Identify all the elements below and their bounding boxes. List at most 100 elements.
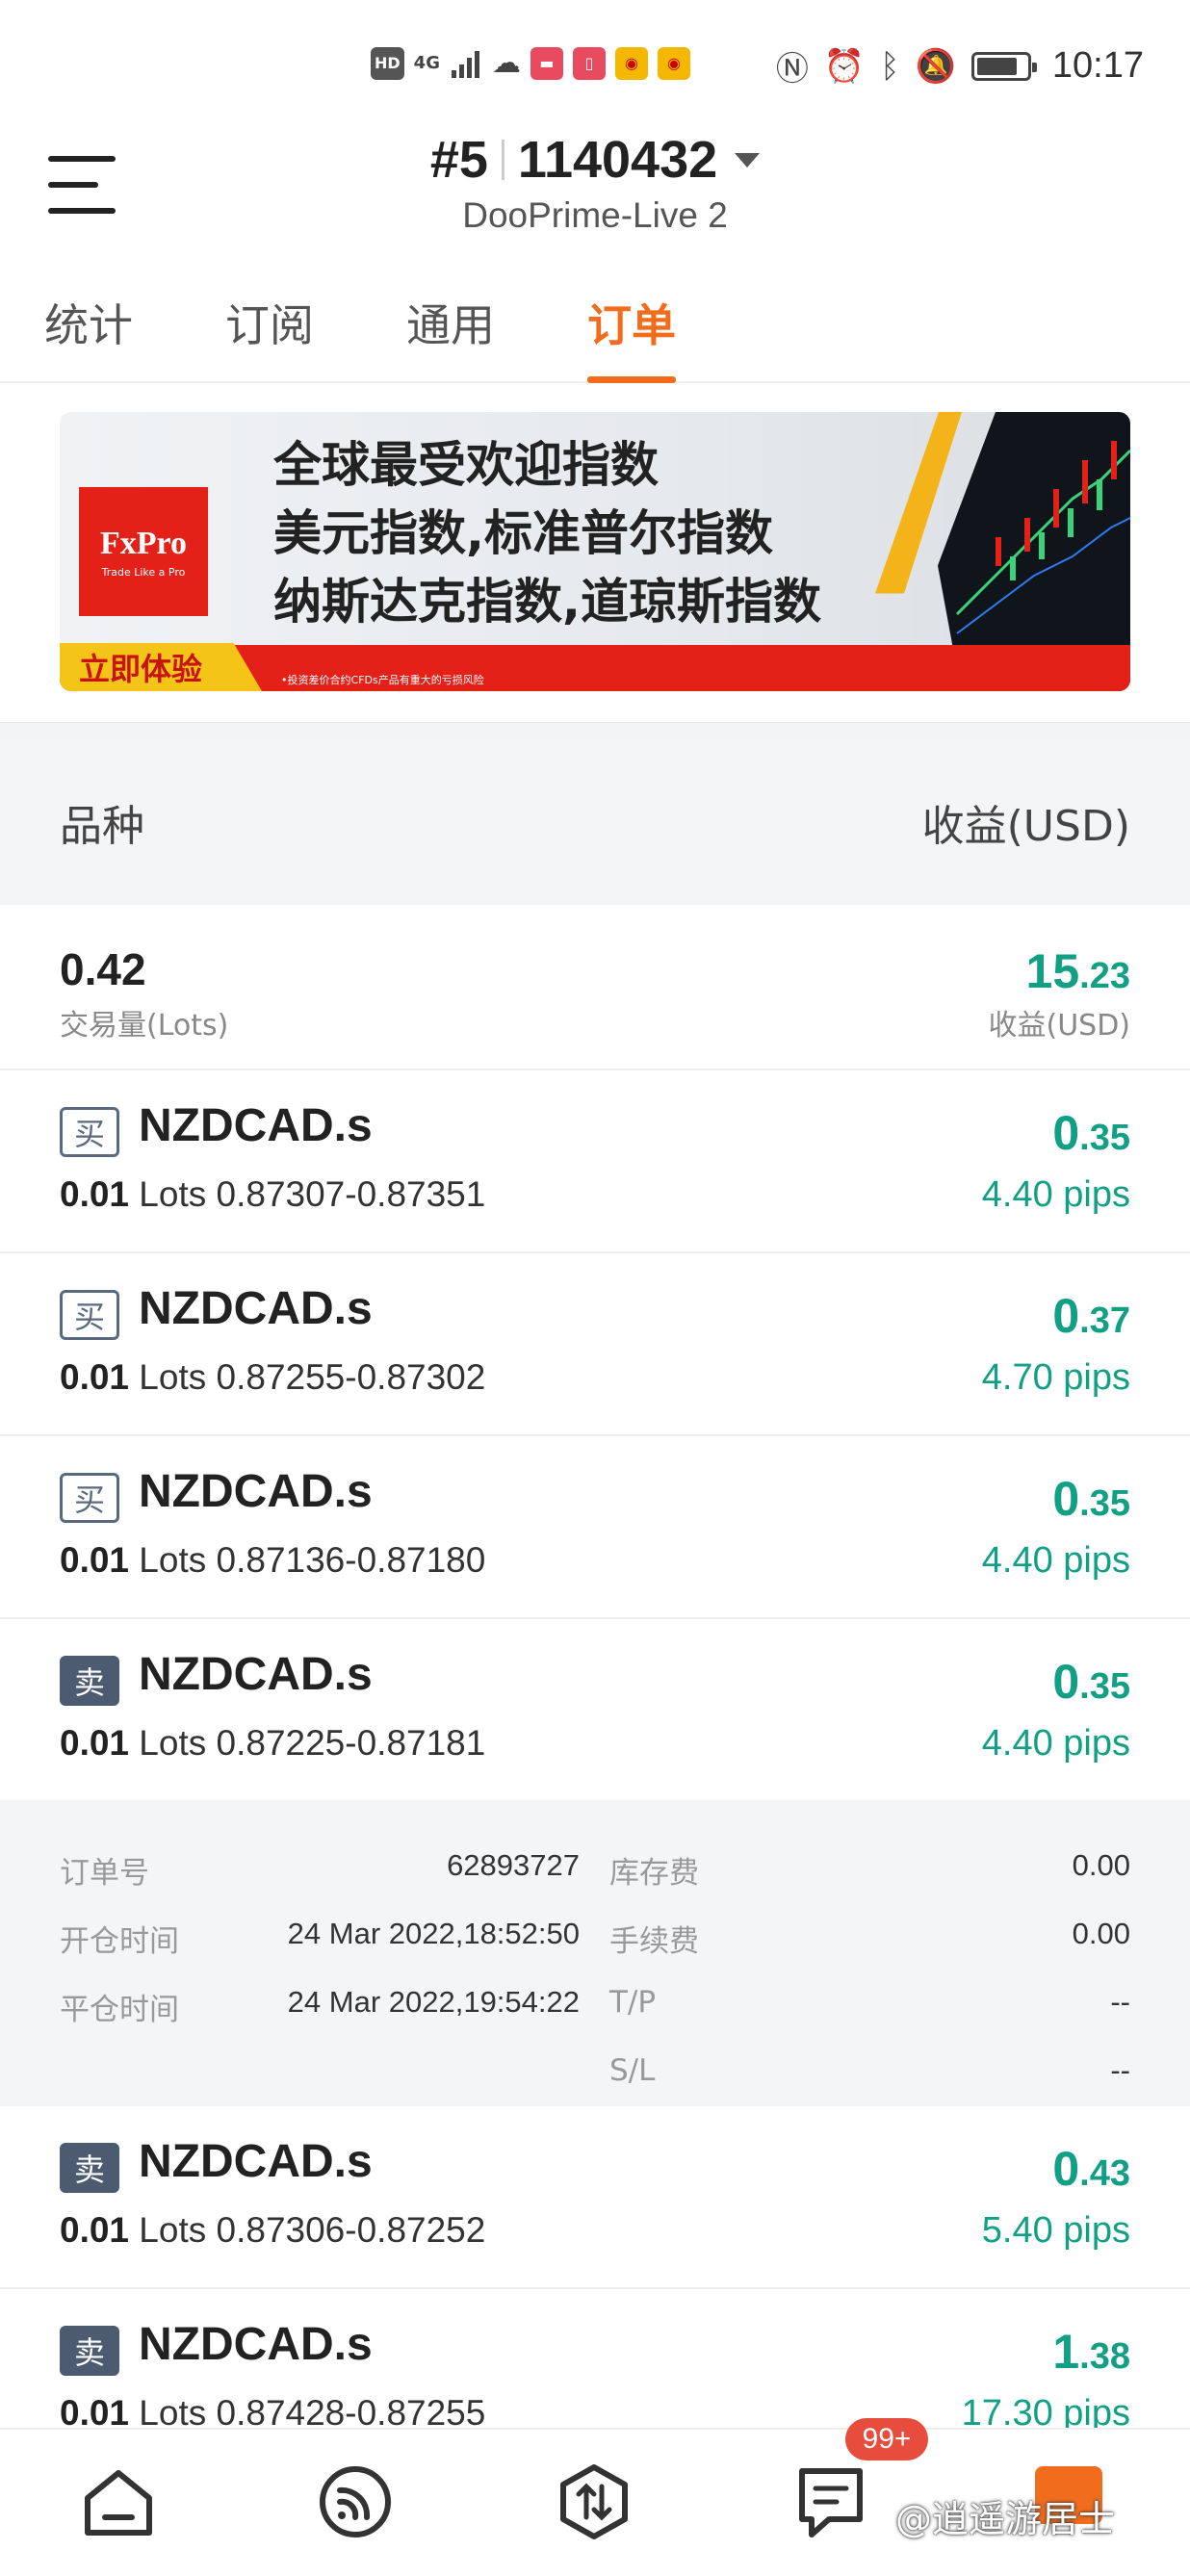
alarm-icon: ⏰ xyxy=(823,46,866,86)
chevron-down-icon[interactable] xyxy=(735,152,761,167)
banner-risk-note: •投资差价合约CFDs产品有重大的亏损风险 xyxy=(281,674,484,686)
total-profit: 15.23 xyxy=(1025,944,1130,998)
open-time-value: 24 Mar 2022,18:52:50 xyxy=(287,1917,580,1950)
total-volume: 0.42 xyxy=(60,944,146,994)
order-symbol: NZDCAD.s xyxy=(139,2136,373,2187)
order-row[interactable]: 买 NZDCAD.s 0.01 Lots 0.87136-0.87180 0.3… xyxy=(0,1436,1190,1619)
watermark: @逍遥游居士 xyxy=(895,2498,1116,2540)
order-detail-panel: 订单号 62893727 开仓时间 24 Mar 2022,18:52:50 平… xyxy=(0,1800,1190,2106)
account-index: #5 xyxy=(429,131,488,189)
banner-line-2: 美元指数,标准普尔指数 xyxy=(273,505,773,561)
tab-bar: 统计 订阅 通用 订单 xyxy=(0,279,1190,383)
order-pips: 4.40 pips xyxy=(981,1723,1130,1764)
account-line[interactable]: #5 1140432 xyxy=(429,130,761,190)
huawei-app-icon: ▬ xyxy=(530,46,563,80)
swap-value: 0.00 xyxy=(1072,1848,1130,1882)
order-symbol: NZDCAD.s xyxy=(139,1649,373,1700)
commission-value: 0.00 xyxy=(1072,1917,1130,1950)
bottom-nav: 99+ @逍遥游居士 xyxy=(0,2418,1190,2576)
fxpro-logo: FxPro Trade Like a Pro xyxy=(79,487,208,616)
status-left-icons: HD 4G ☁ ▬ ▯ ◉ ◉ xyxy=(371,46,690,80)
order-row[interactable]: 卖 NZDCAD.s 0.01 Lots 0.87306-0.87252 0.4… xyxy=(0,2106,1190,2289)
order-symbol: NZDCAD.s xyxy=(139,2319,373,2370)
swap-label: 库存费 xyxy=(609,1856,699,1891)
home-icon[interactable] xyxy=(75,2459,162,2545)
order-pips: 4.40 pips xyxy=(981,1174,1130,1215)
order-profit: 1.38 xyxy=(1052,2325,1130,2379)
order-row-expanded[interactable]: 卖 NZDCAD.s 0.01 Lots 0.87225-0.87181 0.3… xyxy=(0,1619,1190,1802)
tp-label: T/P xyxy=(609,1985,657,2020)
account-number: 1140432 xyxy=(517,131,718,189)
commission-label: 手续费 xyxy=(609,1924,699,1959)
status-bar: HD 4G ☁ ▬ ▯ ◉ ◉ Ⓝ ⏰ ᛒ 🔕 10:17 xyxy=(0,0,1190,135)
weibo-icon: ◉ xyxy=(657,46,690,80)
weibo-icon: ◉ xyxy=(614,46,648,80)
order-pips: 4.40 pips xyxy=(981,1540,1130,1581)
close-time-value: 24 Mar 2022,19:54:22 xyxy=(287,1985,580,2019)
order-no-label: 订单号 xyxy=(60,1856,149,1891)
side-badge: 买 xyxy=(60,1290,119,1340)
signal-bars-icon xyxy=(451,50,479,78)
order-symbol: NZDCAD.s xyxy=(139,1100,373,1151)
order-profit: 0.35 xyxy=(1052,1472,1130,1526)
order-detail: 0.01 Lots 0.87136-0.87180 xyxy=(60,1540,486,1580)
order-profit: 0.43 xyxy=(1052,2142,1130,2196)
account-separator xyxy=(501,140,504,180)
network-indicator: 4G xyxy=(413,52,440,73)
logo-tagline: Trade Like a Pro xyxy=(101,565,186,579)
side-badge: 买 xyxy=(60,1107,119,1157)
order-detail: 0.01 Lots 0.87255-0.87302 xyxy=(60,1357,486,1397)
sl-label: S/L xyxy=(609,2053,656,2088)
order-row[interactable]: 买 NZDCAD.s 0.01 Lots 0.87255-0.87302 0.3… xyxy=(0,1253,1190,1436)
tab-statistics[interactable]: 统计 xyxy=(44,291,133,383)
hd-indicator: HD xyxy=(371,46,404,80)
order-row[interactable]: 买 NZDCAD.s 0.01 Lots 0.87307-0.87351 0.3… xyxy=(0,1070,1190,1253)
messages-icon[interactable] xyxy=(788,2459,874,2545)
banner-headline: 全球最受欢迎指数 美元指数,标准普尔指数 纳斯达克指数,道琼斯指数 xyxy=(273,431,821,636)
order-no-value: 62893727 xyxy=(447,1848,580,1882)
order-detail: 0.01 Lots 0.87306-0.87252 xyxy=(60,2210,486,2250)
column-profit-label: 收益(USD) xyxy=(921,802,1130,851)
order-profit: 0.37 xyxy=(1052,1289,1130,1343)
sl-value: -- xyxy=(1110,2053,1130,2087)
mute-icon: 🔕 xyxy=(915,46,956,86)
banner-line-1: 全球最受欢迎指数 xyxy=(273,437,659,493)
clock: 10:17 xyxy=(1051,45,1144,86)
order-pips: 5.40 pips xyxy=(981,2210,1130,2251)
tab-general[interactable]: 通用 xyxy=(406,291,495,383)
account-server: DooPrime-Live 2 xyxy=(462,195,728,235)
order-pips: 4.70 pips xyxy=(981,1357,1130,1398)
order-detail: 0.01 Lots 0.87225-0.87181 xyxy=(60,1723,486,1763)
cloud-icon: ☁ xyxy=(491,46,521,80)
logo-text: FxPro xyxy=(99,525,187,561)
order-profit: 0.35 xyxy=(1052,1106,1130,1160)
open-time-label: 开仓时间 xyxy=(60,1924,179,1959)
battery-icon xyxy=(970,51,1037,81)
notification-badge: 99+ xyxy=(845,2418,928,2460)
order-symbol: NZDCAD.s xyxy=(139,1466,373,1517)
order-profit: 0.35 xyxy=(1052,1655,1130,1709)
column-symbol-label: 品种 xyxy=(60,802,144,851)
tab-orders[interactable]: 订单 xyxy=(587,291,676,383)
total-volume-label: 交易量(Lots) xyxy=(60,1009,229,1043)
order-detail: 0.01 Lots 0.87307-0.87351 xyxy=(60,1174,486,1214)
trade-icon[interactable] xyxy=(551,2459,637,2545)
book-app-icon: ▯ xyxy=(572,46,606,80)
column-header: 品种 收益(USD) xyxy=(0,739,1190,905)
close-time-label: 平仓时间 xyxy=(60,1993,179,2027)
summary-row: 0.42 交易量(Lots) 15.23 收益(USD) xyxy=(0,905,1190,1070)
bluetooth-icon: ᛒ xyxy=(880,46,900,86)
account-selector[interactable]: #5 1140432 DooPrime-Live 2 xyxy=(0,130,1190,236)
nfc-icon: Ⓝ xyxy=(775,50,809,89)
tp-value: -- xyxy=(1110,1985,1130,2019)
banner-cta-button[interactable]: 立即体验 xyxy=(60,643,262,691)
side-badge: 卖 xyxy=(60,1656,119,1706)
tab-subscriptions[interactable]: 订阅 xyxy=(225,291,314,383)
banner-line-3: 纳斯达克指数,道琼斯指数 xyxy=(273,574,821,630)
side-badge: 卖 xyxy=(60,2326,119,2376)
signal-feed-icon[interactable] xyxy=(312,2459,399,2545)
side-badge: 买 xyxy=(60,1473,119,1523)
ad-banner[interactable]: FxPro Trade Like a Pro 全球最受欢迎指数 美元指数,标准普… xyxy=(60,412,1130,691)
total-profit-label: 收益(USD) xyxy=(988,1009,1130,1043)
order-symbol: NZDCAD.s xyxy=(139,1283,373,1334)
